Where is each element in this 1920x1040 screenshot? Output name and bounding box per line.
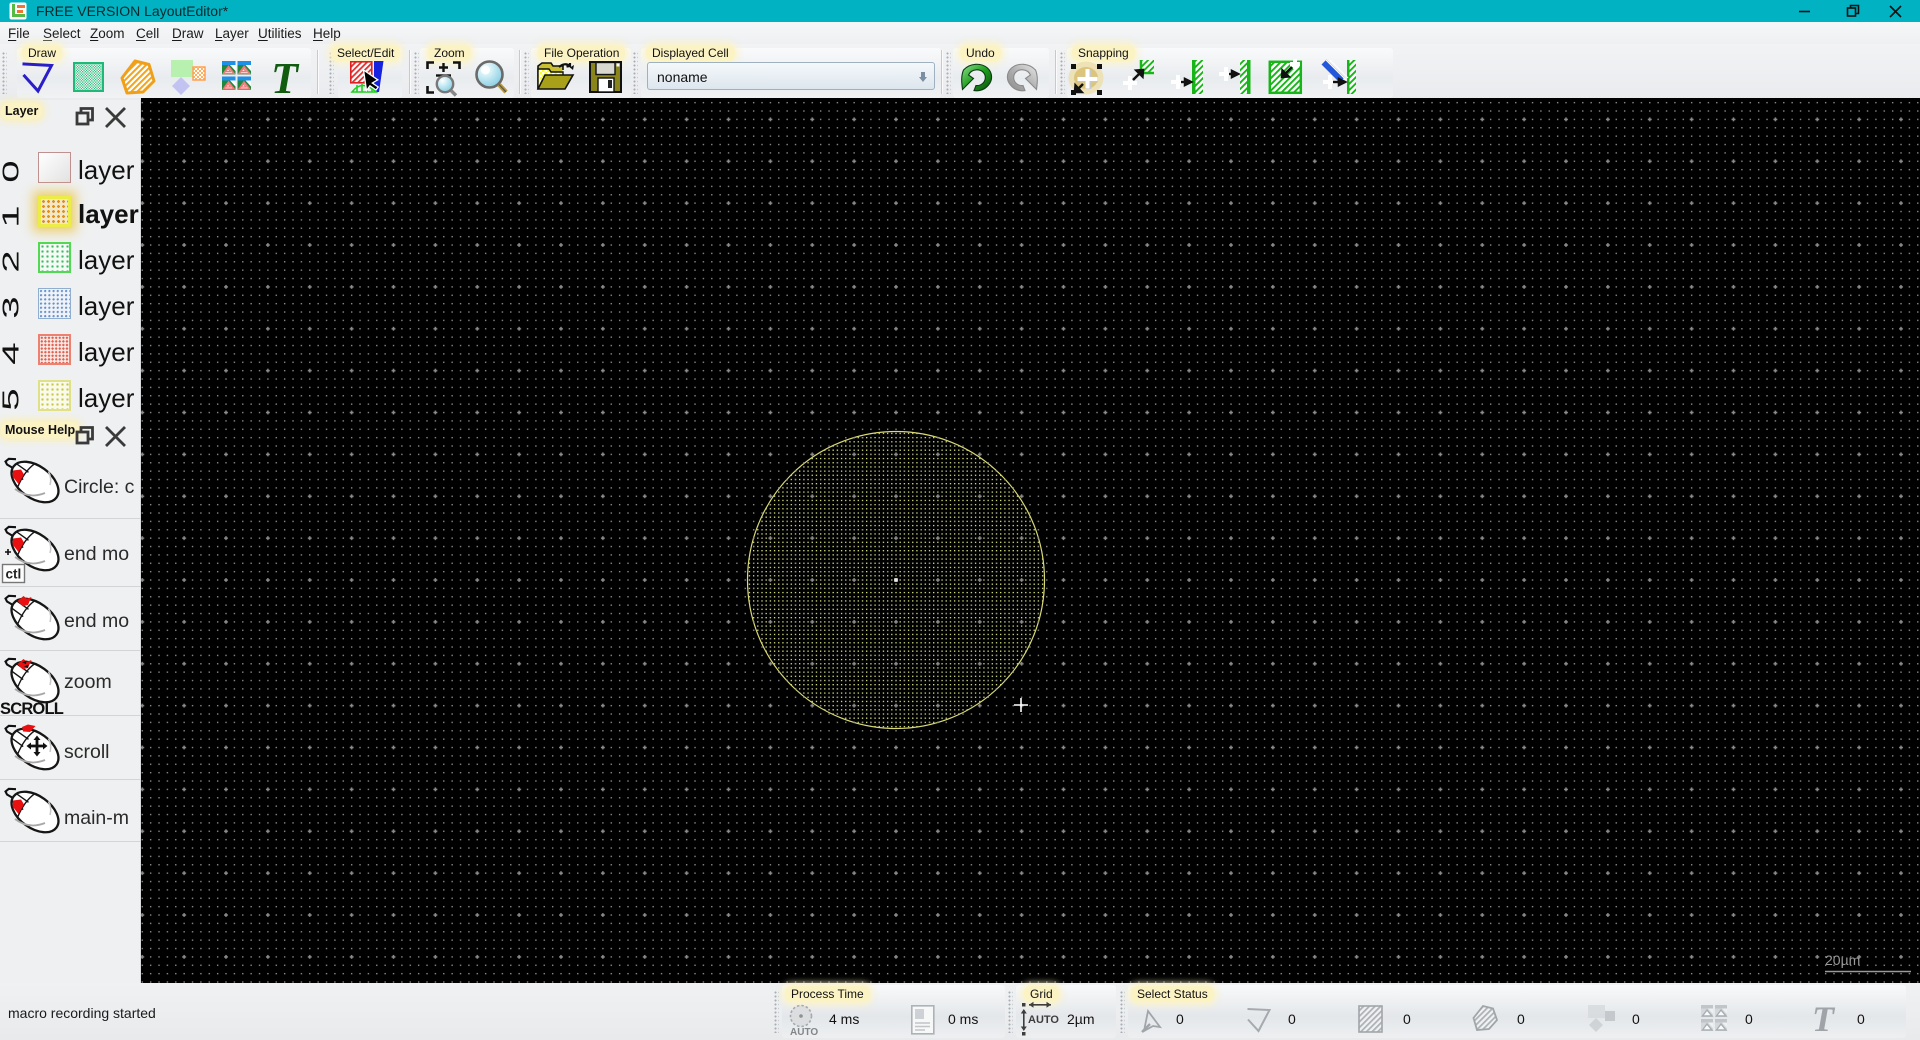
svg-text:end mo: end mo [64,543,129,565]
svg-text:T: T [1812,999,1836,1039]
svg-text:end mo: end mo [64,610,129,632]
svg-text:T: T [271,54,300,100]
svg-text:main-m: main-m [64,807,129,829]
svg-text:Circle: c: Circle: c [64,476,135,498]
svg-text:zoom: zoom [64,671,112,693]
svg-text:scroll: scroll [64,741,110,763]
svg-text:AUTO: AUTO [790,1027,818,1038]
svg-text:ctl: ctl [6,567,22,582]
svg-text:AUTO: AUTO [1028,1014,1059,1026]
